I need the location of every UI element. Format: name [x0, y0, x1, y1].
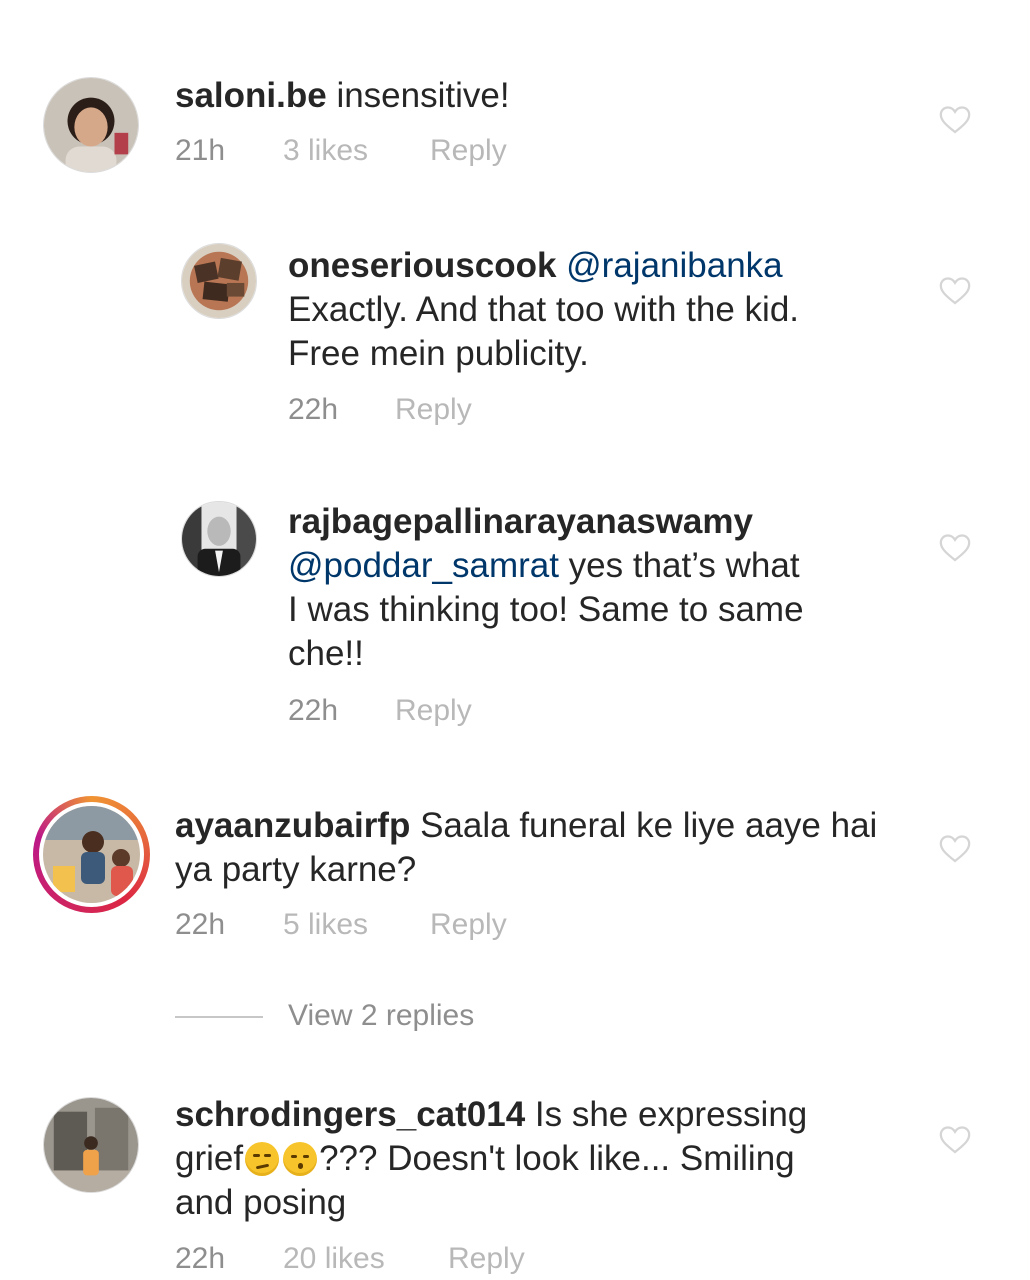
reply-button[interactable]: Reply	[430, 133, 507, 169]
username[interactable]: rajbagepallinarayanaswamy	[288, 502, 753, 541]
comment-text: ayaanzubairfp Saala funeral ke liye aaye…	[175, 804, 877, 892]
smirking-face-emoji	[245, 1142, 280, 1176]
view-replies-label[interactable]: View 2 replies	[288, 998, 474, 1034]
comment-body: insensitive!	[326, 76, 510, 115]
mention-link[interactable]: @poddar_samrat	[288, 546, 559, 585]
timestamp: 22h	[175, 1242, 226, 1275]
username[interactable]: schrodingers_cat014	[175, 1095, 525, 1134]
reply-button[interactable]: Reply	[430, 907, 507, 943]
timestamp: 22h	[288, 694, 339, 727]
heart-outline-icon[interactable]	[938, 274, 972, 308]
divider-line	[175, 1016, 263, 1018]
comment-body: Exactly. And that too with the kid. Free…	[288, 290, 800, 373]
avatar[interactable]	[43, 1097, 139, 1193]
likes-count[interactable]: 5 likes	[283, 907, 368, 943]
avatar[interactable]	[181, 501, 257, 577]
kissing-face-emoji	[283, 1142, 318, 1176]
comment-text: schrodingers_cat014 Is she expressing gr…	[175, 1093, 807, 1225]
reply-button[interactable]: Reply	[448, 1241, 525, 1277]
username[interactable]: saloni.be	[175, 76, 327, 115]
username[interactable]: ayaanzubairfp	[175, 806, 410, 845]
timestamp: 22h	[175, 908, 226, 941]
avatar[interactable]	[43, 77, 139, 173]
avatar[interactable]	[43, 806, 140, 903]
heart-outline-icon[interactable]	[938, 1123, 972, 1157]
avatar[interactable]	[181, 243, 257, 319]
likes-count[interactable]: 3 likes	[283, 133, 368, 169]
heart-outline-icon[interactable]	[938, 103, 972, 137]
likes-count[interactable]: 20 likes	[283, 1241, 385, 1277]
username[interactable]: oneseriouscook	[288, 246, 556, 285]
timestamp: 22h	[288, 393, 339, 426]
comment-text: rajbagepallinarayanaswamy @poddar_samrat…	[288, 500, 804, 676]
comment-text: oneseriouscook @rajanibanka Exactly. And…	[288, 244, 799, 376]
comment-text: saloni.be insensitive!	[175, 74, 510, 118]
reply-button[interactable]: Reply	[395, 392, 472, 428]
reply-button[interactable]: Reply	[395, 693, 472, 729]
timestamp: 21h	[175, 134, 226, 167]
story-ring[interactable]	[33, 796, 150, 913]
mention-link[interactable]: @rajanibanka	[566, 246, 783, 285]
heart-outline-icon[interactable]	[938, 832, 972, 866]
heart-outline-icon[interactable]	[938, 531, 972, 565]
